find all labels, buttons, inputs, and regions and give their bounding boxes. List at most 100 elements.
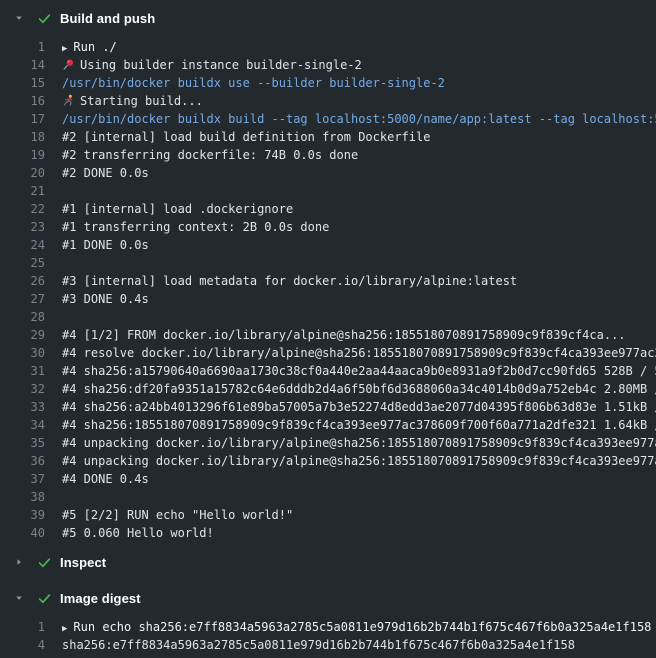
log-line-text	[62, 488, 656, 506]
log-line: 27 #3 DONE 0.4s	[0, 290, 656, 308]
log-line: 26 #3 [internal] load metadata for docke…	[0, 272, 656, 290]
line-number[interactable]: 27	[0, 290, 45, 308]
log-line: 18 #2 [internal] load build definition f…	[0, 128, 656, 146]
log-line-text: #4 unpacking docker.io/library/alpine@sh…	[62, 452, 656, 470]
log-line-text: #2 DONE 0.0s	[62, 164, 656, 182]
log-line-text	[62, 308, 656, 326]
line-number[interactable]: 30	[0, 344, 45, 362]
log-line: 22 #1 [internal] load .dockerignore	[0, 200, 656, 218]
line-number[interactable]: 20	[0, 164, 45, 182]
line-number[interactable]: 34	[0, 416, 45, 434]
group-expand-icon[interactable]: ▶	[62, 40, 67, 56]
log-line-text: #4 sha256:a15790640a6690aa1730c38cf0a440…	[62, 362, 656, 380]
line-number[interactable]: 24	[0, 236, 45, 254]
success-check-icon	[36, 10, 52, 26]
log-line-text: ▶Run ./	[62, 38, 656, 56]
log-line-text: #5 0.060 Hello world!	[62, 524, 656, 542]
chevron-right-icon[interactable]	[14, 557, 24, 567]
line-number[interactable]: 4	[0, 636, 45, 654]
log-line-text: #4 DONE 0.4s	[62, 470, 656, 488]
log-line: 17 /usr/bin/docker buildx build --tag lo…	[0, 110, 656, 128]
line-number[interactable]: 16	[0, 92, 45, 110]
log-line-text: #4 unpacking docker.io/library/alpine@sh…	[62, 434, 656, 452]
log-line: 39 #5 [2/2] RUN echo "Hello world!"	[0, 506, 656, 524]
log-line-text: sha256:e7ff8834a5963a2785c5a0811e979d16b…	[62, 636, 656, 654]
section-lines: 1 ▶Run echo sha256:e7ff8834a5963a2785c5a…	[0, 616, 656, 656]
line-number[interactable]: 26	[0, 272, 45, 290]
chevron-down-icon[interactable]	[14, 13, 24, 23]
log-line: 30 #4 resolve docker.io/library/alpine@s…	[0, 344, 656, 362]
log-line-text	[62, 182, 656, 200]
line-number[interactable]: 22	[0, 200, 45, 218]
log-line: 34 #4 sha256:185518070891758909c9f839cf4…	[0, 416, 656, 434]
log-line-text: ▶Run echo sha256:e7ff8834a5963a2785c5a08…	[62, 618, 656, 636]
success-check-icon	[36, 554, 52, 570]
log-line-text: #1 DONE 0.0s	[62, 236, 656, 254]
group-expand-icon[interactable]: ▶	[62, 620, 67, 636]
log-line-text: Starting build...	[62, 92, 656, 110]
log-line-text	[62, 254, 656, 272]
line-number[interactable]: 15	[0, 74, 45, 92]
log-line: 40 #5 0.060 Hello world!	[0, 524, 656, 542]
section-lines: 1 ▶Run ./ 14 Using builder instance buil…	[0, 36, 656, 544]
log-line: 31 #4 sha256:a15790640a6690aa1730c38cf0a…	[0, 362, 656, 380]
line-number[interactable]: 29	[0, 326, 45, 344]
log-line-text: /usr/bin/docker buildx build --tag local…	[62, 110, 656, 128]
section-title: Inspect	[60, 555, 106, 570]
log-line: 37 #4 DONE 0.4s	[0, 470, 656, 488]
log-line-text: #3 [internal] load metadata for docker.i…	[62, 272, 656, 290]
section-header-build-and-push[interactable]: Build and push	[0, 0, 656, 36]
line-number[interactable]: 38	[0, 488, 45, 506]
log-line: 25	[0, 254, 656, 272]
line-number[interactable]: 19	[0, 146, 45, 164]
log-line: 29 #4 [1/2] FROM docker.io/library/alpin…	[0, 326, 656, 344]
chevron-down-icon[interactable]	[14, 593, 24, 603]
section-header-image-digest[interactable]: Image digest	[0, 580, 656, 616]
section-header-inspect[interactable]: Inspect	[0, 544, 656, 580]
line-number[interactable]: 40	[0, 524, 45, 542]
log-line-text: #1 [internal] load .dockerignore	[62, 200, 656, 218]
line-number[interactable]: 17	[0, 110, 45, 128]
pushpin-icon	[62, 58, 75, 71]
line-number[interactable]: 28	[0, 308, 45, 326]
log-line: 14 Using builder instance builder-single…	[0, 56, 656, 74]
log-line-text: /usr/bin/docker buildx use --builder bui…	[62, 74, 656, 92]
line-number[interactable]: 14	[0, 56, 45, 74]
log-line-text: #1 transferring context: 2B 0.0s done	[62, 218, 656, 236]
section-title: Build and push	[60, 11, 155, 26]
line-number[interactable]: 39	[0, 506, 45, 524]
log-line-text: #4 resolve docker.io/library/alpine@sha2…	[62, 344, 656, 362]
log-line-text: #4 sha256:a24bb4013296f61e89ba57005a7b3e…	[62, 398, 656, 416]
log-line: 33 #4 sha256:a24bb4013296f61e89ba57005a7…	[0, 398, 656, 416]
log-line: 35 #4 unpacking docker.io/library/alpine…	[0, 434, 656, 452]
line-number[interactable]: 1	[0, 618, 45, 636]
line-number[interactable]: 33	[0, 398, 45, 416]
line-number[interactable]: 1	[0, 38, 45, 56]
runner-icon	[62, 94, 75, 107]
line-number[interactable]: 37	[0, 470, 45, 488]
log-section-image-digest: Image digest 1 ▶Run echo sha256:e7ff8834…	[0, 580, 656, 656]
line-number[interactable]: 23	[0, 218, 45, 236]
line-number[interactable]: 32	[0, 380, 45, 398]
line-number[interactable]: 36	[0, 452, 45, 470]
line-number[interactable]: 21	[0, 182, 45, 200]
log-line: 24 #1 DONE 0.0s	[0, 236, 656, 254]
log-section-inspect: Inspect	[0, 544, 656, 580]
line-number[interactable]: 35	[0, 434, 45, 452]
log-line-text: #5 [2/2] RUN echo "Hello world!"	[62, 506, 656, 524]
log-line-text: #2 transferring dockerfile: 74B 0.0s don…	[62, 146, 656, 164]
success-check-icon	[36, 590, 52, 606]
log-line-text: #4 sha256:df20fa9351a15782c64e6dddb2d4a6…	[62, 380, 656, 398]
log-line: 21	[0, 182, 656, 200]
log-line: 1 ▶Run echo sha256:e7ff8834a5963a2785c5a…	[0, 618, 656, 636]
line-number[interactable]: 25	[0, 254, 45, 272]
line-number[interactable]: 18	[0, 128, 45, 146]
log-line: 1 ▶Run ./	[0, 38, 656, 56]
log-line-text: #4 [1/2] FROM docker.io/library/alpine@s…	[62, 326, 656, 344]
log-section-build-and-push: Build and push 1 ▶Run ./ 14 Using builde…	[0, 0, 656, 544]
log-line: 38	[0, 488, 656, 506]
log-line: 28	[0, 308, 656, 326]
log-line: 19 #2 transferring dockerfile: 74B 0.0s …	[0, 146, 656, 164]
log-line: 20 #2 DONE 0.0s	[0, 164, 656, 182]
line-number[interactable]: 31	[0, 362, 45, 380]
